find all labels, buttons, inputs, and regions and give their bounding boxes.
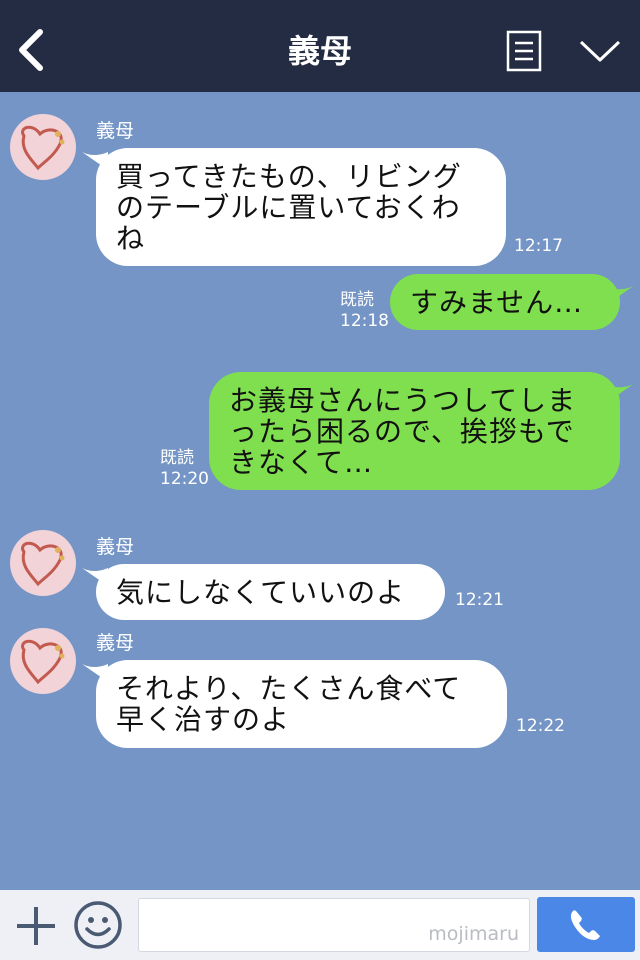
message-bubble-incoming[interactable]: 気にしなくていいのよ	[96, 564, 445, 620]
avatar[interactable]	[10, 114, 76, 180]
message-text: すみません…	[410, 286, 584, 319]
sender-name: 義母	[96, 632, 135, 654]
read-label: 既読	[160, 448, 194, 468]
heart-avatar-icon	[21, 125, 65, 171]
read-label: 既読	[340, 290, 374, 310]
chevron-down-icon[interactable]	[578, 36, 622, 66]
notes-menu-icon[interactable]	[506, 30, 542, 72]
chat-title: 義母	[287, 32, 352, 70]
chat-header: 義母	[0, 0, 640, 92]
message-time: 12:22	[516, 716, 565, 736]
message-time: 12:20	[160, 469, 209, 489]
read-receipt: 既読 12:20	[160, 448, 209, 490]
message-time: 12:17	[514, 236, 563, 256]
avatar[interactable]	[10, 530, 76, 596]
sender-name: 義母	[96, 536, 135, 558]
read-receipt: 既読 12:18	[340, 290, 389, 332]
message-bubble-incoming[interactable]: それより、たくさん食べて 早く治すのよ	[96, 660, 507, 748]
bubble-tail	[608, 382, 636, 402]
heart-avatar-icon	[21, 639, 65, 685]
bubble-tail	[608, 284, 636, 304]
smile-icon[interactable]	[73, 900, 123, 950]
sender-name: 義母	[96, 120, 135, 142]
message-bubble-incoming[interactable]: 買ってきたもの、リビング のテーブルに置いておくわ ね	[96, 148, 506, 266]
message-time: 12:21	[455, 590, 504, 610]
message-bubble-outgoing[interactable]: お義母さんにうつしてしま ったら困るので、挨拶もで きなくて…	[209, 372, 620, 490]
message-bubble-outgoing[interactable]: すみません…	[390, 274, 620, 330]
heart-avatar-icon	[21, 541, 65, 587]
call-button[interactable]	[537, 897, 635, 952]
avatar[interactable]	[10, 628, 76, 694]
watermark: mojimaru	[428, 923, 519, 945]
message-input[interactable]: mojimaru	[138, 898, 530, 952]
message-text: お義母さんにうつしてしま ったら困るので、挨拶もで きなくて…	[229, 384, 577, 479]
message-time: 12:18	[340, 311, 389, 331]
message-text: 気にしなくていいのよ	[116, 576, 406, 609]
chat-area[interactable]: 義母 買ってきたもの、リビング のテーブルに置いておくわ ね 12:17 既読 …	[0, 92, 640, 890]
message-text: それより、たくさん食べて 早く治すのよ	[116, 672, 462, 736]
phone-icon	[570, 910, 600, 940]
plus-icon[interactable]	[14, 904, 58, 948]
message-text: 買ってきたもの、リビング のテーブルに置いておくわ ね	[116, 160, 462, 255]
